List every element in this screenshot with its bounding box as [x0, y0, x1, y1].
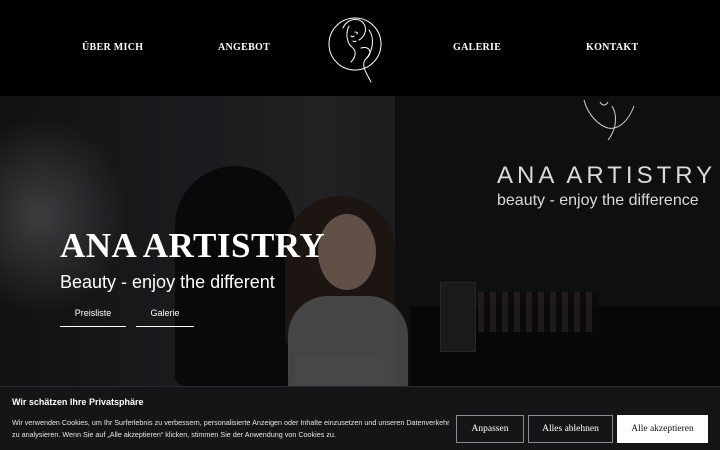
reject-all-button[interactable]: Alles ablehnen — [528, 415, 613, 443]
nav-link-galerie[interactable]: GALERIE — [453, 42, 501, 53]
hero-title: ANA ARTISTRY — [60, 226, 326, 265]
wall-logo-icon — [583, 99, 635, 141]
cookie-banner: Wir schätzen Ihre Privatsphäre Wir verwe… — [0, 386, 720, 450]
wall-sign-brand: ANA ARTISTRY — [497, 162, 717, 189]
logo-icon[interactable] — [325, 8, 389, 88]
site-header: ÜBER MICH ANGEBOT GALERIE KONTAKT — [0, 0, 720, 96]
accept-all-button[interactable]: Alle akzeptieren — [617, 415, 708, 443]
hero-subtitle: Beauty - enjoy the different — [60, 272, 275, 292]
nav-link-kontakt[interactable]: KONTAKT — [586, 42, 638, 53]
cookie-title: Wir schätzen Ihre Privatsphäre — [12, 397, 144, 407]
nav-link-ueber-mich[interactable]: ÜBER MICH — [82, 42, 143, 53]
customize-button[interactable]: Anpassen — [456, 415, 524, 443]
nav-link-angebot[interactable]: ANGEBOT — [218, 42, 270, 53]
cookie-text: Wir verwenden Cookies, um Ihr Surferlebn… — [12, 418, 450, 439]
galerie-button[interactable]: Galerie — [136, 303, 194, 327]
preisliste-button[interactable]: Preisliste — [60, 303, 126, 327]
wall-sign-tagline: beauty - enjoy the difference — [497, 192, 699, 209]
